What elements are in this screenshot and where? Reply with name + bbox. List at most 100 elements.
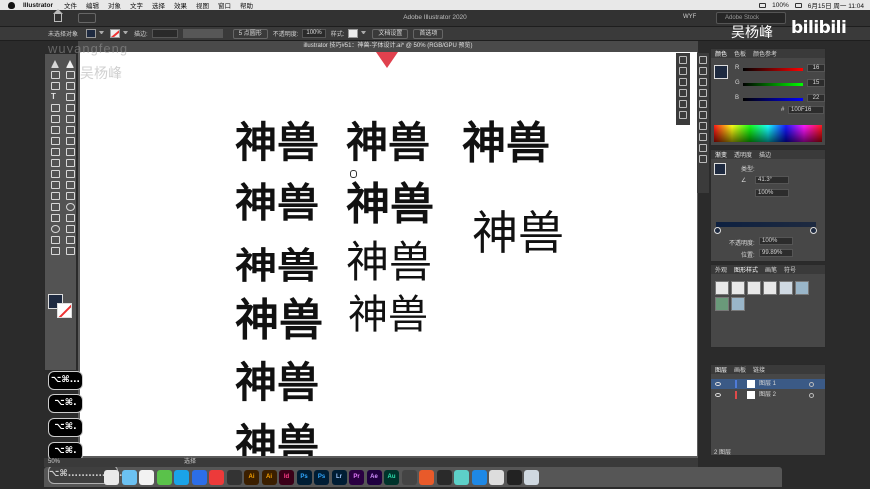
app-icon[interactable] <box>454 469 469 485</box>
selection-tool-icon[interactable] <box>51 60 59 68</box>
artwork-text[interactable]: 神兽 <box>235 248 319 284</box>
graphic-style-swatch[interactable] <box>731 297 745 311</box>
direct-selection-tool-icon[interactable] <box>66 60 74 68</box>
print-tiling-tool-icon[interactable] <box>66 247 75 255</box>
battery-icon[interactable] <box>794 2 802 8</box>
stroke-color-swatch[interactable] <box>57 303 72 318</box>
menu-clock[interactable]: 6月15日 周一 11:04 <box>808 0 864 10</box>
chevron-down-icon[interactable] <box>361 31 367 36</box>
artwork-text[interactable]: 神兽 <box>235 362 319 404</box>
column-graph-tool-icon[interactable] <box>66 181 75 189</box>
artwork-text[interactable]: 神兽 <box>235 183 319 223</box>
line-tool-icon[interactable] <box>66 93 75 101</box>
menu-type[interactable]: 文字 <box>130 0 143 10</box>
target-icon[interactable] <box>809 382 814 387</box>
layer-row[interactable]: 图层 2 <box>711 390 825 400</box>
illustrator-icon[interactable]: Ai <box>244 469 259 485</box>
warp-tool-icon[interactable] <box>51 236 60 244</box>
tab-artboards[interactable]: 画板 <box>734 365 746 374</box>
menu-file[interactable]: 文件 <box>64 0 77 10</box>
gradient-swatch[interactable] <box>714 163 726 175</box>
artwork-text[interactable]: 神兽 <box>346 122 430 164</box>
chevron-down-icon[interactable] <box>99 31 105 36</box>
star-tool-icon[interactable] <box>66 225 75 233</box>
app-icon[interactable] <box>419 469 434 485</box>
mesh-tool-icon[interactable] <box>51 159 60 167</box>
preferences-button[interactable]: 首选项 <box>413 28 444 39</box>
glyphs-icon[interactable] <box>699 89 707 97</box>
apple-icon[interactable] <box>8 1 15 9</box>
menu-help[interactable]: 帮助 <box>240 0 253 10</box>
tab-graphic-styles[interactable]: 图形样式 <box>734 265 758 274</box>
zoom-tool-icon[interactable] <box>66 203 75 211</box>
ellipse-tool-icon[interactable] <box>51 225 60 233</box>
libraries-icon[interactable] <box>679 67 687 75</box>
tab-symbols[interactable]: 符号 <box>784 265 796 274</box>
align-icon[interactable] <box>679 78 687 86</box>
after-effects-icon[interactable]: Ae <box>366 469 382 485</box>
channel-g[interactable]: G 15 <box>735 79 825 88</box>
app-icon[interactable] <box>489 469 504 485</box>
character-icon[interactable] <box>699 56 707 64</box>
illustrator-icon[interactable]: Ai <box>261 469 277 485</box>
channel-slider[interactable] <box>743 98 803 101</box>
graphic-style-swatch[interactable] <box>763 281 777 295</box>
tab-stroke[interactable]: 描边 <box>759 150 771 159</box>
artboards-icon[interactable] <box>679 111 687 119</box>
artboard-tool-icon[interactable] <box>51 192 60 200</box>
tab-swatches[interactable]: 色板 <box>734 49 746 58</box>
tab-appearance[interactable]: 外观 <box>715 265 727 274</box>
scale-tool-icon[interactable] <box>66 126 75 134</box>
paragraph-icon[interactable] <box>699 67 707 75</box>
lightroom-icon[interactable]: Lr <box>331 469 347 485</box>
opentype-icon[interactable] <box>699 78 707 86</box>
graphic-style-swatch[interactable] <box>779 281 793 295</box>
layer-name[interactable]: 图层 1 <box>759 379 776 389</box>
channel-b[interactable]: B 22 <box>735 94 825 103</box>
chevron-down-icon[interactable] <box>123 31 129 36</box>
symbols-icon[interactable] <box>699 122 707 130</box>
layer-name[interactable]: 图层 2 <box>759 390 776 400</box>
status-mode[interactable]: 选择 <box>184 458 196 467</box>
app-icon[interactable] <box>401 469 417 485</box>
visibility-eye-icon[interactable] <box>715 393 721 397</box>
artwork-text[interactable]: 神兽 <box>346 242 432 285</box>
channel-value[interactable]: 16 <box>807 64 825 72</box>
tab-color[interactable]: 颜色 <box>715 49 727 58</box>
perspective-grid-tool-icon[interactable] <box>66 148 75 156</box>
visibility-eye-icon[interactable] <box>715 382 721 386</box>
blend-tool-icon[interactable] <box>66 170 75 178</box>
channel-r[interactable]: R 16 <box>735 64 825 73</box>
tab-brushes[interactable]: 画笔 <box>765 265 777 274</box>
app-icon[interactable] <box>436 469 452 485</box>
graphic-style-swatch[interactable] <box>715 281 729 295</box>
document-setup-button[interactable]: 文档设置 <box>372 28 409 39</box>
channel-slider[interactable] <box>743 68 803 71</box>
gradient-tool-icon[interactable] <box>66 159 75 167</box>
menu-object[interactable]: 对象 <box>108 0 121 10</box>
chrome-icon[interactable] <box>139 469 154 485</box>
measure-tool-icon[interactable] <box>51 247 60 255</box>
gradient-location-field[interactable]: 99.89% <box>759 249 793 257</box>
qq-icon[interactable] <box>174 469 189 485</box>
eraser-tool-icon[interactable] <box>66 115 75 123</box>
gradient-opacity-field[interactable]: 100% <box>759 237 793 245</box>
asset-export-icon[interactable] <box>699 155 707 163</box>
curvature-tool-icon[interactable] <box>66 82 75 90</box>
terminal-icon[interactable] <box>226 469 242 485</box>
scissors-tool-icon[interactable] <box>66 214 75 222</box>
trash-icon[interactable] <box>524 469 539 485</box>
finder-icon[interactable] <box>104 469 119 485</box>
gradient-stop-right[interactable] <box>810 227 817 234</box>
layer-row[interactable]: 图层 1 <box>711 379 825 389</box>
tab-links[interactable]: 链接 <box>753 365 765 374</box>
safari-icon[interactable] <box>121 469 137 485</box>
variable-width-profile[interactable] <box>182 29 223 38</box>
target-icon[interactable] <box>809 393 814 398</box>
document-tab[interactable]: illustrator 技巧#51：神兽-字体设计.ai* @ 50% (RGB… <box>78 41 698 52</box>
shaper-tool-icon[interactable] <box>51 115 60 123</box>
tab-transparency[interactable]: 透明度 <box>734 150 752 159</box>
pathfinder-icon[interactable] <box>679 89 687 97</box>
menu-select[interactable]: 选择 <box>152 0 165 10</box>
artwork-text[interactable]: 神兽 <box>462 122 550 166</box>
